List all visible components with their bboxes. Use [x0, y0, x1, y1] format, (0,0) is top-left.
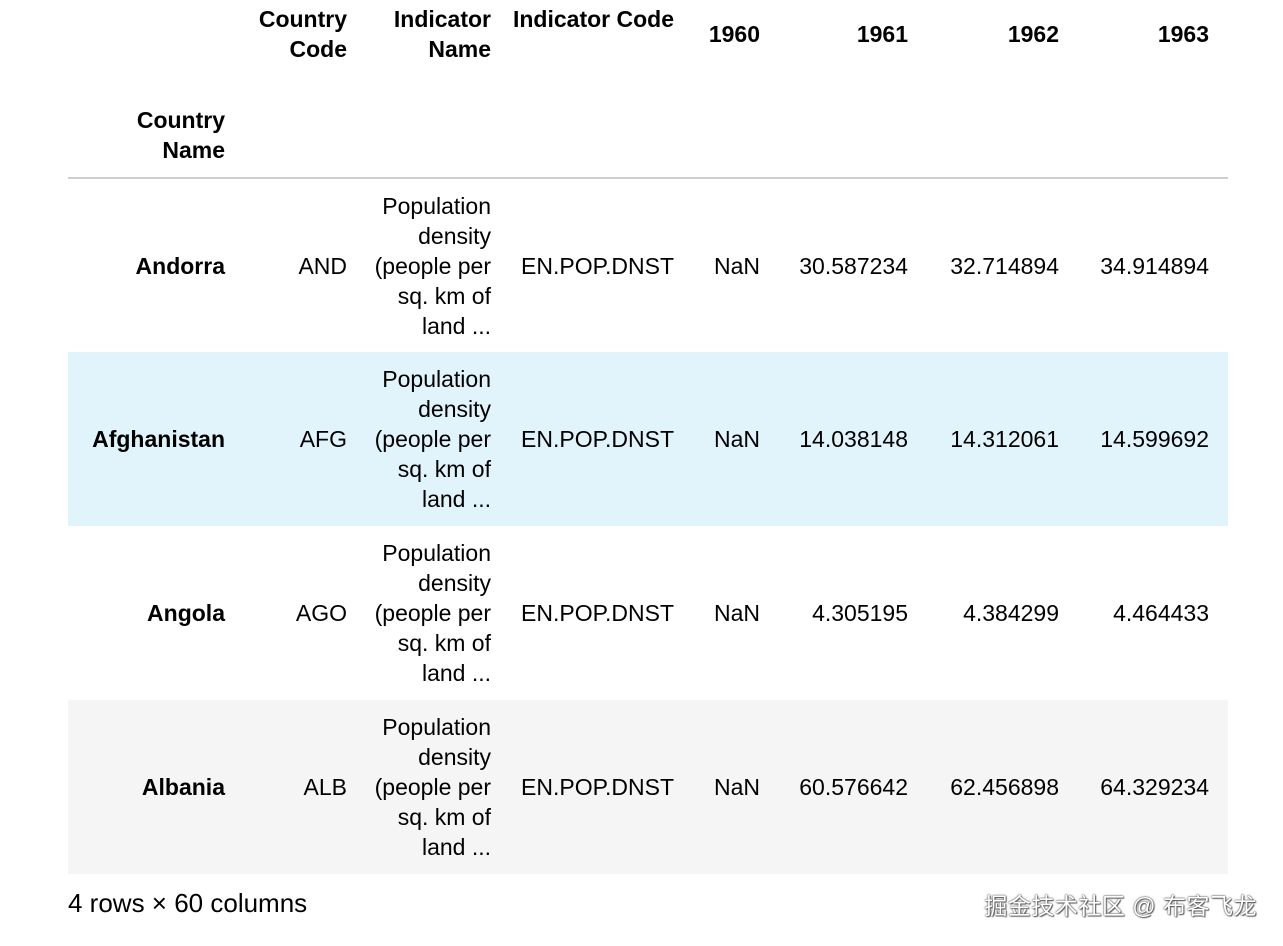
empty-header-cell [779, 103, 927, 178]
indicator-code-cell: EN.POP.DNST [521, 426, 674, 452]
row-index-label: Albania [141, 774, 225, 800]
value-1963-cell: 14.599692 [1100, 426, 1209, 452]
indicator-code-cell: EN.POP.DNST [521, 600, 674, 626]
value-1961-cell: 14.038148 [799, 426, 908, 452]
index-name-header: Country Name [136, 107, 225, 163]
column-header-1962: 1962 [1007, 21, 1059, 47]
table-row: Andorra AND Population density (people p… [68, 178, 1228, 352]
column-header-1960: 1960 [708, 21, 760, 47]
indicator-code-cell: EN.POP.DNST [521, 252, 674, 279]
column-header-indicator-name: Indicator Name [393, 6, 491, 62]
row-index-label: Afghanistan [92, 426, 225, 452]
column-header-indicator-code: Indicator Code [512, 6, 674, 32]
value-1960-cell: NaN [713, 252, 760, 279]
dataframe-shape-note: 4 rows × 60 columns [68, 888, 308, 918]
indicator-code-cell: EN.POP.DNST [521, 774, 674, 800]
value-1960-cell: NaN [713, 774, 760, 800]
indicator-name-cell: Population density (people per sq. km of… [374, 540, 491, 686]
table-body: Andorra AND Population density (people p… [68, 178, 1228, 874]
value-1962-cell: 32.714894 [950, 252, 1059, 279]
indicator-name-cell: Population density (people per sq. km of… [374, 192, 491, 339]
country-code-cell: AFG [299, 426, 347, 452]
blank-corner-cell [68, 0, 244, 103]
value-1961-cell: 60.576642 [799, 774, 908, 800]
value-1963-cell: 64.329234 [1100, 774, 1209, 800]
row-index-label: Andorra [135, 252, 225, 279]
column-header-row: Country Code Indicator Name Indicator Co… [68, 0, 1228, 103]
table-row: Albania ALB Population density (people p… [68, 700, 1228, 874]
column-header-1963: 1963 [1157, 21, 1209, 47]
value-1963-cell: 34.914894 [1100, 252, 1209, 279]
empty-header-cell [927, 103, 1078, 178]
column-header-1961: 1961 [856, 21, 908, 47]
value-1962-cell: 14.312061 [950, 426, 1059, 452]
country-code-cell: AGO [295, 600, 347, 626]
index-name-row: Country Name [68, 103, 1228, 178]
empty-header-cell [366, 103, 510, 178]
indicator-name-cell: Population density (people per sq. km of… [374, 714, 491, 860]
value-1961-cell: 4.305195 [812, 600, 908, 626]
indicator-name-cell: Population density (people per sq. km of… [374, 366, 491, 512]
value-1961-cell: 30.587234 [799, 252, 908, 279]
dataframe-output: Country Code Indicator Name Indicator Co… [68, 0, 1228, 874]
row-index-label: Angola [147, 600, 225, 626]
table-header: Country Code Indicator Name Indicator Co… [68, 0, 1228, 178]
value-1963-cell: 4.464433 [1113, 600, 1209, 626]
value-1960-cell: NaN [713, 600, 760, 626]
empty-header-cell [244, 103, 366, 178]
empty-header-cell [1078, 103, 1228, 178]
country-code-cell: ALB [303, 774, 347, 800]
country-code-cell: AND [298, 252, 347, 279]
value-1962-cell: 4.384299 [963, 600, 1059, 626]
watermark-text: 掘金技术社区 @ 布客飞龙 [984, 893, 1257, 919]
empty-header-cell [510, 103, 693, 178]
table-row: Angola AGO Population density (people pe… [68, 526, 1228, 700]
value-1962-cell: 62.456898 [950, 774, 1059, 800]
column-header-country-code: Country Code [258, 6, 347, 62]
empty-header-cell [693, 103, 779, 178]
value-1960-cell: NaN [713, 426, 760, 452]
dataframe-table: Country Code Indicator Name Indicator Co… [68, 0, 1228, 874]
table-row-hovered[interactable]: Afghanistan AFG Population density (peop… [68, 352, 1228, 526]
